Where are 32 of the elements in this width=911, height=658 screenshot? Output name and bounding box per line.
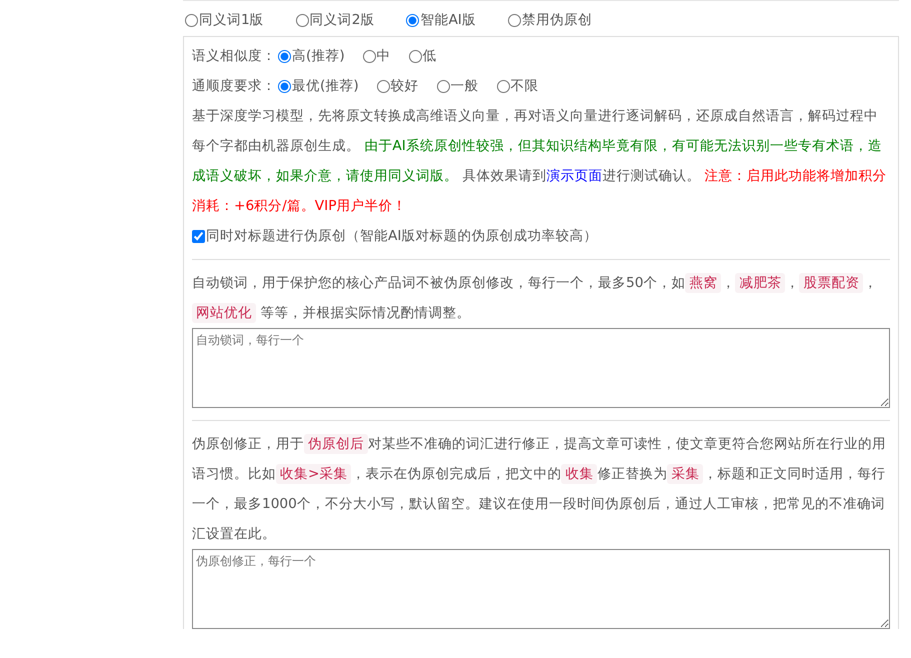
option-label[interactable]: 禁用伪原创 [522,11,592,29]
checkbox[interactable] [192,230,205,242]
radio-button[interactable] [436,80,450,92]
option-label[interactable]: 较好 [390,77,419,95]
option-label[interactable]: 低 [422,47,437,65]
checkbox-label[interactable]: 同时对标题进行伪原创（智能AI版对标题的伪原创成功率较高） [206,227,598,245]
radio-button[interactable] [376,80,390,92]
option-label[interactable]: 中 [376,47,391,65]
corrections-description: 伪原创修正，用于 伪原创后 对某些不准确的词汇进行修正，提高文章可读性，使文章更符合您网站所在行业的用语习惯。比如 收集>采集 ，表示在伪原创完成后，把文中的 收集 修正替换为 采集 ，标题和正文同时适用，每行一个，最多1000个，不分大小写，默认留空。建议在使用一段时间伪原创后，通过人工审核，把常见的不准确词汇设置在此。 [192,433,887,544]
field-label: 通顺度要求： [192,77,276,95]
radio-button[interactable] [278,80,291,92]
option-label[interactable]: 不限 [510,77,539,95]
radio-button[interactable] [408,50,422,62]
option-label[interactable]: 最优(推荐) [292,77,359,95]
corrections-field[interactable]: 伪原创修正，每行一个 [192,549,890,629]
option-label[interactable]: 同义词2版 [310,11,374,29]
option-label[interactable]: 高(推荐) [292,47,345,65]
option-label[interactable]: 同义词1版 [199,11,264,29]
radio-button[interactable] [496,80,510,92]
option-label[interactable]: 智能AI版 [420,11,476,29]
lock-words-description: 自动锁词，用于保护您的核心产品词不被伪原创修改，每行一个，最多50个，如 燕窝 ， 减肥茶 ， 股票配资 ， 网站优化 等等，并根据实际情况酌情调整。 [192,272,878,325]
radio-button[interactable] [508,14,521,26]
description-text: 基于深度学习模型，先将原文转换成高维语义向量，再对语义向量进行逐词解码，还原成自然语言，解码过程中每个字都由机器原创生成。 由于AI系统原创性较强，但其知识结构毕竟有限，有可能无法识别一些专有术语，造成语义破坏，如果介意，请使用同义词版。 具体效果请到演示页面进行测试确认。 注意：启用此功能将增加积分消耗：+6积分/篇。VIP用户半价！ [192,107,888,216]
radio-button[interactable] [406,14,420,26]
demo-link[interactable]: 演示页面 [546,168,602,184]
field-label: 语义相似度： [192,47,276,65]
lock-words-field[interactable]: 自动锁词，每行一个 [192,328,890,408]
radio-button[interactable] [296,14,309,26]
radio-button[interactable] [278,50,291,62]
radio-button[interactable] [362,50,376,62]
radio-button[interactable] [185,14,198,26]
option-label[interactable]: 一般 [450,77,479,95]
